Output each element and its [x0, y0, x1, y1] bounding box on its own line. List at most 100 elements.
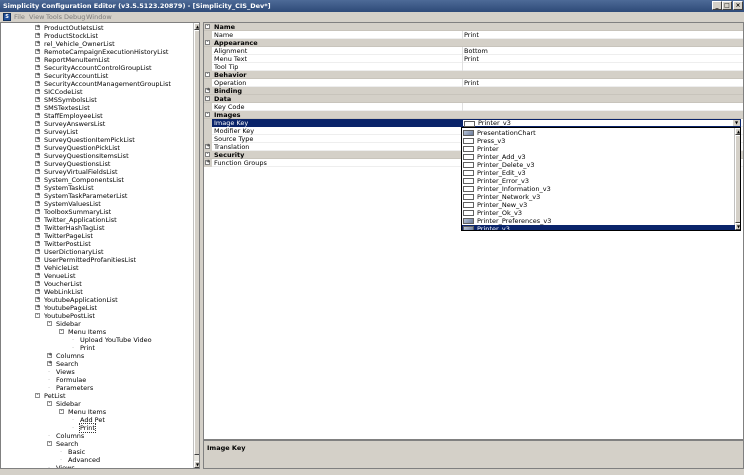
expand-icon[interactable]: + [35, 137, 40, 142]
tree-item[interactable]: + UserDictionaryList [1, 248, 191, 256]
app-icon[interactable]: S [3, 13, 11, 21]
dropdown-scroll-thumb[interactable] [735, 135, 740, 223]
dropdown-option[interactable]: Printer [462, 145, 735, 153]
collapse-icon[interactable]: - [35, 393, 40, 398]
tree-item[interactable]: + SurveyQuestionsList [1, 160, 191, 168]
expand-icon[interactable]: + [35, 33, 40, 38]
expand-icon[interactable]: + [35, 121, 40, 126]
expand-icon[interactable]: + [35, 177, 40, 182]
property-category[interactable]: - Appearance [204, 39, 743, 47]
tree-item[interactable]: + SMSTextesList [1, 104, 191, 112]
tree-item[interactable]: - Search [1, 440, 191, 448]
expand-icon[interactable]: + [205, 160, 210, 165]
scroll-up-button[interactable]: ▲ [194, 23, 199, 30]
expand-icon[interactable]: + [35, 201, 40, 206]
tree-view[interactable]: ▲ ▼ + ProductOutletsList + ProductStockList… [0, 22, 200, 469]
tree-item[interactable]: + VoucherList [1, 280, 191, 288]
expand-icon[interactable]: + [35, 49, 40, 54]
expand-icon[interactable]: + [35, 209, 40, 214]
tree-item[interactable]: + TwitterHashTagList [1, 224, 191, 232]
tree-item[interactable]: + SurveyVirtualFieldsList [1, 168, 191, 176]
expand-icon[interactable]: + [35, 289, 40, 294]
property-category[interactable]: + Binding [204, 87, 743, 95]
tree-item[interactable]: + SurveyAnswersList [1, 120, 191, 128]
dropdown-option[interactable]: Printer_Network_v3 [462, 193, 735, 201]
expand-icon[interactable]: + [47, 361, 52, 366]
property-row[interactable]: Menu Text Print [204, 55, 743, 63]
dropdown-option[interactable]: Printer_Error_v3 [462, 177, 735, 185]
collapse-icon[interactable]: - [59, 409, 64, 414]
menu-tools[interactable]: Tools [46, 13, 62, 21]
tree-item[interactable]: + SurveyList [1, 128, 191, 136]
image-key-combo[interactable]: Printer_v3 ▼ [462, 119, 741, 127]
tree-item[interactable]: + Twitter_ApplicationList [1, 216, 191, 224]
tree-item[interactable]: + Search [1, 360, 191, 368]
tree-item[interactable]: - PetList [1, 392, 191, 400]
tree-item[interactable]: + YoutubeApplicationList [1, 296, 191, 304]
property-value[interactable]: Print [464, 79, 479, 87]
tree-item[interactable]: · Basic [1, 448, 191, 456]
property-row[interactable]: Tool Tip [204, 63, 743, 71]
collapse-icon[interactable]: - [205, 24, 210, 29]
property-row[interactable]: Key Code [204, 103, 743, 111]
expand-icon[interactable]: + [35, 241, 40, 246]
menu-window[interactable]: Window [86, 13, 112, 21]
expand-icon[interactable]: + [35, 65, 40, 70]
property-grid[interactable]: - Name Name Print - Appearance Alignment Bottom… [203, 22, 744, 440]
expand-icon[interactable]: + [35, 97, 40, 102]
collapse-icon[interactable]: - [205, 96, 210, 101]
tree-item[interactable]: · Add Pet [1, 416, 191, 424]
tree-item[interactable]: + SecurityAccountManagementGroupList [1, 80, 191, 88]
property-row[interactable]: Operation Print [204, 79, 743, 87]
expand-icon[interactable]: + [35, 225, 40, 230]
tree-item[interactable]: · Print [1, 423, 191, 433]
property-row[interactable]: Alignment Bottom [204, 47, 743, 55]
collapse-icon[interactable]: - [205, 112, 210, 117]
property-value[interactable]: Print [464, 55, 479, 63]
expand-icon[interactable]: + [35, 73, 40, 78]
dropdown-option[interactable]: Printer_Edit_v3 [462, 169, 735, 177]
collapse-icon[interactable]: - [205, 40, 210, 45]
dropdown-scrollbar[interactable]: ▲ ▼ [734, 128, 740, 230]
tree-item[interactable]: - Sidebar [1, 400, 191, 408]
tree-item[interactable]: + WebLinkList [1, 288, 191, 296]
menu-debug[interactable]: Debug [64, 13, 85, 21]
tree-item[interactable]: + RemoteCampaignExecutionHistoryList [1, 48, 191, 56]
expand-icon[interactable]: + [35, 105, 40, 110]
expand-icon[interactable]: + [35, 281, 40, 286]
tree-item[interactable]: · Upload YouTube Video [1, 336, 191, 344]
tree-item[interactable]: · Print [1, 344, 191, 352]
property-category[interactable]: - Data [204, 95, 743, 103]
tree-item[interactable]: + ProductStockList [1, 32, 191, 40]
tree-item[interactable]: - Menu Items [1, 408, 191, 416]
tree-scrollbar[interactable]: ▲ ▼ [193, 23, 199, 468]
dropdown-scroll-up[interactable]: ▲ [735, 128, 740, 135]
expand-icon[interactable]: + [35, 233, 40, 238]
collapse-icon[interactable]: - [205, 72, 210, 77]
resize-grip[interactable] [738, 469, 744, 475]
expand-icon[interactable]: + [35, 89, 40, 94]
chevron-down-icon[interactable]: ▼ [733, 120, 740, 126]
expand-icon[interactable]: + [35, 249, 40, 254]
tree-item[interactable]: + SystemTaskParameterList [1, 192, 191, 200]
dropdown-option[interactable]: Printer_v3 [462, 225, 735, 230]
collapse-icon[interactable]: - [47, 441, 52, 446]
expand-icon[interactable]: + [35, 145, 40, 150]
expand-icon[interactable]: + [35, 185, 40, 190]
expand-icon[interactable]: + [35, 161, 40, 166]
property-category[interactable]: - Images [204, 111, 743, 119]
expand-icon[interactable]: + [35, 129, 40, 134]
tree-item[interactable]: + rel_Vehicle_OwnerList [1, 40, 191, 48]
dropdown-option[interactable]: Printer_Add_v3 [462, 153, 735, 161]
tree-item[interactable]: + ToolboxSummaryList [1, 208, 191, 216]
scroll-down-button[interactable]: ▼ [194, 461, 199, 468]
expand-icon[interactable]: + [35, 217, 40, 222]
expand-icon[interactable]: + [35, 265, 40, 270]
expand-icon[interactable]: + [35, 41, 40, 46]
close-button[interactable]: × [733, 1, 743, 10]
tree-item[interactable]: - Menu Items [1, 328, 191, 336]
tree-item[interactable]: · Views [1, 368, 191, 376]
collapse-icon[interactable]: - [47, 321, 52, 326]
tree-item[interactable]: + TwitterPostList [1, 240, 191, 248]
expand-icon[interactable]: + [35, 113, 40, 118]
